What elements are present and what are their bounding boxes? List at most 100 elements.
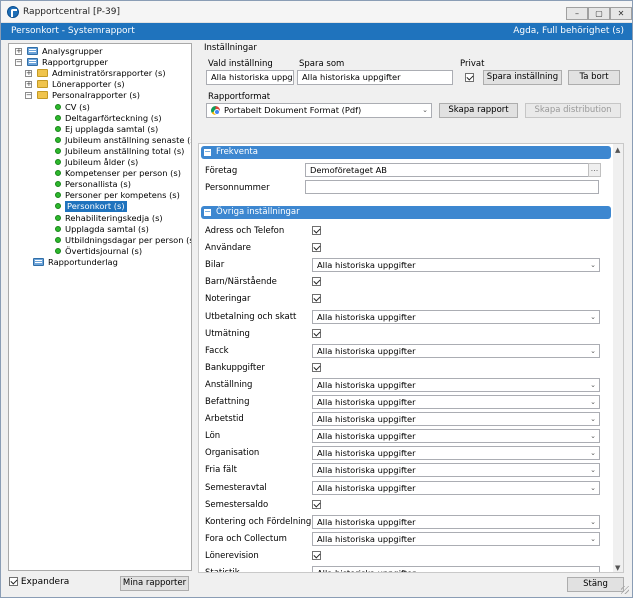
report-title: Personkort - Systemrapport [11, 26, 135, 36]
chevron-down-icon: ⌄ [590, 483, 596, 492]
tree-item[interactable]: + Analysgrupper [9, 46, 191, 57]
setting-select-value: Alla historiska uppgifter [317, 533, 416, 544]
expandera-checkbox[interactable] [9, 577, 18, 586]
tree-item-label: Utbildningsdagar per person (s) [65, 234, 192, 245]
close-button[interactable]: ✕ [610, 7, 632, 20]
tree-item[interactable]: Jubileum anställning total (s) [9, 145, 191, 157]
chevron-down-icon: ⌄ [590, 569, 596, 573]
setting-select[interactable]: Alla historiska uppgifter ⌄ [312, 309, 600, 324]
skapa-rapport-button[interactable]: Skapa rapport [439, 103, 518, 118]
tree-item-label: Rehabiliteringskedja (s) [65, 212, 163, 223]
setting-label: Bilar [205, 260, 225, 271]
mina-rapporter-button[interactable]: Mina rapporter [120, 576, 189, 591]
resize-grip[interactable] [621, 586, 629, 594]
setting-label: Organisation [205, 448, 260, 459]
tree-item[interactable]: Ej upplagda samtal (s) [9, 124, 191, 135]
tree-item[interactable]: + Lönerapporter (s) [9, 79, 191, 90]
report-bullet-icon [55, 147, 61, 154]
setting-label: Utmätning [205, 328, 250, 339]
spara-som-input[interactable]: Alla historiska uppgifter [297, 70, 453, 85]
tree-item[interactable]: Utbildningsdagar per person (s) [9, 234, 192, 246]
tree-item[interactable]: − Rapportgrupper [9, 57, 191, 68]
tree-item-label: Personer per kompetens (s) [65, 190, 180, 201]
setting-select[interactable]: Alla historiska uppgifter ⌄ [312, 395, 600, 409]
tree-item[interactable]: Personer per kompetens (s) [9, 190, 191, 201]
chevron-down-icon: ⌄ [590, 415, 596, 424]
tree-item[interactable]: CV (s) [9, 102, 191, 113]
setting-label: Befattning [205, 397, 250, 407]
tree-item-label: Jubileum anställning total (s) [65, 145, 185, 156]
tree-expander-icon[interactable]: + [15, 48, 22, 55]
settings-group-title: Inställningar [204, 43, 257, 53]
window-title: Rapportcentral [P-39] [23, 7, 120, 17]
report-tree[interactable]: + Analysgrupper − Rapportgrupper + Administra… [8, 43, 192, 571]
tree-item-label: Personalrapporter (s) [52, 90, 140, 101]
foretag-input[interactable]: Demoföretaget AB [305, 163, 589, 177]
privat-checkbox[interactable] [465, 73, 474, 82]
setting-checkbox[interactable] [312, 277, 321, 287]
tree-expander-icon[interactable]: − [25, 92, 32, 100]
collapse-icon[interactable]: − [204, 148, 211, 156]
collapse-icon[interactable]: − [204, 208, 211, 216]
report-bullet-icon [55, 136, 61, 143]
setting-label: Noteringar [205, 294, 251, 305]
stang-button[interactable]: Stäng [567, 577, 624, 592]
tree-item[interactable]: Rapportunderlag [9, 257, 191, 268]
personnummer-input[interactable] [305, 180, 599, 194]
setting-select[interactable]: Alla historiska uppgifter ⌄ [312, 566, 600, 573]
scroll-up-icon[interactable]: ▲ [615, 146, 620, 154]
setting-checkbox[interactable] [312, 294, 321, 304]
setting-select[interactable]: Alla historiska uppgifter ⌄ [312, 412, 600, 427]
setting-select[interactable]: Alla historiska uppgifter ⌄ [312, 258, 600, 273]
ta-bort-button[interactable]: Ta bort [568, 70, 620, 85]
tree-item[interactable]: Personkort (s) [9, 201, 191, 213]
tree-item[interactable]: Upplagda samtal (s) [9, 224, 191, 235]
scroll-down-icon[interactable]: ▼ [615, 564, 620, 572]
maximize-button[interactable]: ▢ [588, 7, 610, 20]
tree-expander-icon[interactable]: + [25, 70, 32, 78]
setting-checkbox[interactable] [312, 550, 321, 560]
tree-item[interactable]: + Administratörsrapporter (s) [9, 68, 191, 79]
setting-select[interactable]: Alla historiska uppgifter ⌄ [312, 343, 600, 358]
frekventa-section-header[interactable]: − Frekventa [201, 146, 611, 159]
ovriga-section-header[interactable]: − Övriga inställningar [201, 206, 611, 219]
setting-select[interactable]: Alla historiska uppgifter ⌄ [312, 446, 600, 461]
setting-checkbox[interactable] [312, 226, 321, 235]
setting-select[interactable]: Alla historiska uppgifter ⌄ [312, 480, 600, 495]
tree-item[interactable]: Jubileum ålder (s) [9, 157, 191, 168]
chevron-down-icon: ⌄ [590, 432, 596, 441]
settings-scroll-area[interactable]: − Frekventa Företag Demoföretaget AB ...… [198, 143, 624, 573]
setting-select-value: Alla historiska uppgifter [317, 465, 416, 476]
vald-installning-select[interactable]: Alla historiska uppgif ⌄ [206, 70, 294, 85]
rapportformat-select[interactable]: Portabelt Dokument Format (Pdf) ⌄ [206, 103, 432, 118]
tree-item[interactable]: Deltagarförteckning (s) [9, 113, 191, 124]
setting-checkbox[interactable] [312, 243, 321, 253]
tree-item[interactable]: Jubileum anställning senaste (s) [9, 135, 191, 146]
spara-installning-button[interactable]: Spara inställning [483, 70, 562, 85]
setting-select[interactable]: Alla historiska uppgifter ⌄ [312, 429, 600, 444]
minimize-button[interactable]: – [566, 7, 588, 20]
tree-item-label: Administratörsrapporter (s) [52, 68, 166, 79]
tree-item[interactable]: Rehabiliteringskedja (s) [9, 212, 191, 224]
tree-expander-icon[interactable]: − [15, 59, 22, 67]
tree-expander-icon[interactable]: + [25, 81, 32, 89]
title-bar[interactable]: Rapportcentral [P-39] – ▢ ✕ [1, 1, 632, 23]
skapa-distribution-button: Skapa distribution [525, 103, 621, 118]
foretag-value: Demoföretaget AB [310, 165, 387, 175]
setting-checkbox[interactable] [312, 499, 321, 509]
vertical-scrollbar[interactable]: ▲ ▼ [613, 144, 623, 572]
setting-select[interactable]: Alla historiska uppgifter ⌄ [312, 531, 600, 546]
tree-item[interactable]: Övertidsjournal (s) [9, 246, 191, 257]
tree-item[interactable]: Kompetenser per person (s) [9, 168, 191, 179]
setting-select[interactable]: Alla historiska uppgifter ⌄ [312, 514, 600, 529]
setting-select[interactable]: Alla historiska uppgifter ⌄ [312, 377, 600, 392]
foretag-lookup-button[interactable]: ... [588, 163, 601, 177]
setting-checkbox[interactable] [312, 328, 321, 338]
setting-select[interactable]: Alla historiska uppgifter ⌄ [312, 463, 600, 478]
tree-item[interactable]: Personallista (s) [9, 179, 191, 190]
setting-label: Fora och Collectum [205, 533, 287, 544]
tree-item[interactable]: − Personalrapporter (s) [9, 90, 191, 101]
report-group-icon [27, 47, 38, 55]
expandera-toggle[interactable]: Expandera [9, 577, 69, 587]
setting-checkbox[interactable] [312, 362, 321, 372]
